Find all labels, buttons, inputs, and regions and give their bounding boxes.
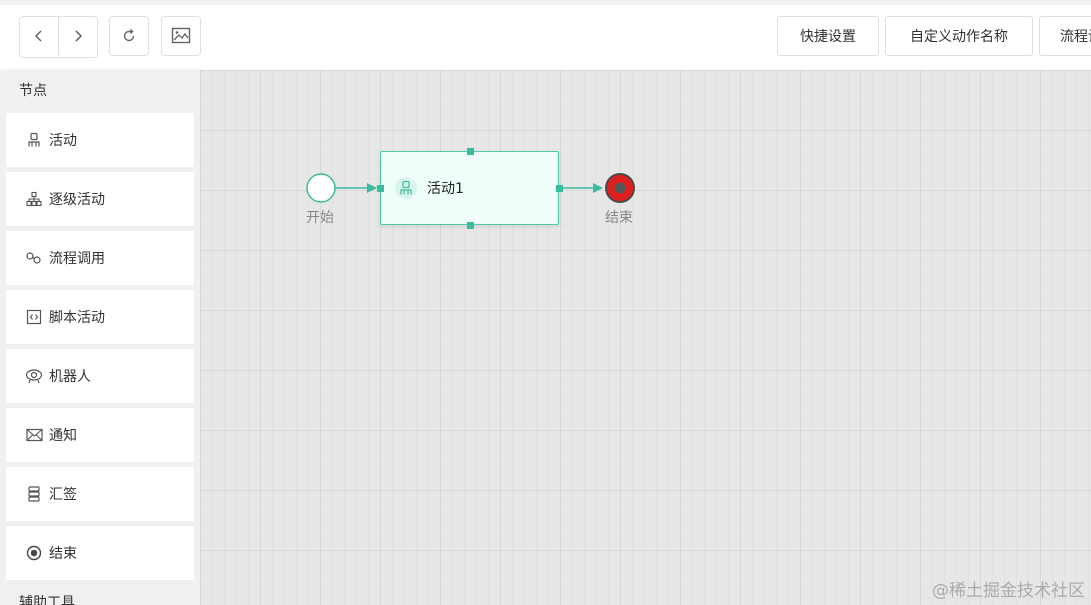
palette-item-label: 流程调用: [49, 251, 105, 267]
palette-item-label: 机器人: [49, 369, 91, 385]
palette-item-robot[interactable]: 机器人: [6, 349, 194, 403]
flow-graph: [306, 173, 635, 203]
start-event[interactable]: [306, 173, 336, 203]
image-icon: [171, 27, 191, 44]
anchor-bottom[interactable]: [467, 222, 474, 229]
arrowhead-icon: [593, 183, 603, 193]
palette-item-end[interactable]: 结束: [6, 526, 194, 580]
workflow-designer: 快捷设置 自定义动作名称 流程设 节点 活动 逐级活动 流程调用: [0, 0, 1091, 605]
redo-button[interactable]: [58, 17, 97, 55]
robot-icon: [25, 367, 43, 385]
quick-settings-button[interactable]: 快捷设置: [777, 16, 879, 56]
palette-item-countersign[interactable]: 汇签: [6, 467, 194, 521]
org-tree-icon: [25, 190, 43, 208]
nodes-section-title: 节点: [19, 83, 47, 99]
person-icon: [25, 131, 43, 149]
anchor-right[interactable]: [556, 185, 563, 192]
flow-canvas[interactable]: 开始 结束 活动1 @稀土掘金技术社区: [200, 70, 1091, 605]
toolbar: 快捷设置 自定义动作名称 流程设: [0, 0, 1091, 70]
palette-item-label: 逐级活动: [49, 192, 105, 208]
palette-item-stepwise-activity[interactable]: 逐级活动: [6, 172, 194, 226]
palette-item-notify[interactable]: 通知: [6, 408, 194, 462]
palette-item-label: 通知: [49, 428, 77, 444]
custom-action-name-button[interactable]: 自定义动作名称: [885, 16, 1033, 56]
palette-item-script-activity[interactable]: 脚本活动: [6, 290, 194, 344]
end-event-label: 结束: [605, 210, 633, 226]
palette-item-label: 活动: [49, 133, 77, 149]
code-box-icon: [25, 308, 43, 326]
chevron-left-icon: [34, 30, 42, 42]
palette-item-activity[interactable]: 活动: [6, 113, 194, 167]
person-icon: [395, 177, 417, 199]
anchor-top[interactable]: [467, 148, 474, 155]
watermark: @稀土掘金技术社区: [932, 581, 1085, 601]
activity-node[interactable]: 活动1: [380, 151, 559, 225]
reset-button[interactable]: [109, 16, 149, 56]
radio-dot-icon: [25, 544, 43, 562]
link-chain-icon: [25, 249, 43, 267]
palette-item-label: 汇签: [49, 487, 77, 503]
process-settings-button[interactable]: 流程设: [1039, 16, 1091, 56]
palette-item-label: 结束: [49, 546, 77, 562]
undo-button[interactable]: [20, 17, 58, 55]
export-image-button[interactable]: [161, 16, 201, 56]
arrowhead-icon: [367, 183, 377, 193]
anchor-left[interactable]: [377, 185, 384, 192]
palette-item-process-call[interactable]: 流程调用: [6, 231, 194, 285]
start-event-label: 开始: [306, 210, 334, 226]
activity-node-label: 活动1: [427, 181, 464, 197]
palette-item-label: 脚本活动: [49, 310, 105, 326]
history-button-group: [19, 16, 98, 58]
envelope-icon: [25, 426, 43, 444]
node-palette: 节点 活动 逐级活动 流程调用 脚本活动 机器人 通知 汇签 结束 辅助工具: [0, 70, 200, 605]
stack-icon: [25, 485, 43, 503]
tools-section-title: 辅助工具: [19, 595, 75, 605]
end-event-core: [614, 182, 626, 194]
chevron-right-icon: [75, 30, 83, 42]
refresh-icon: [123, 29, 135, 42]
